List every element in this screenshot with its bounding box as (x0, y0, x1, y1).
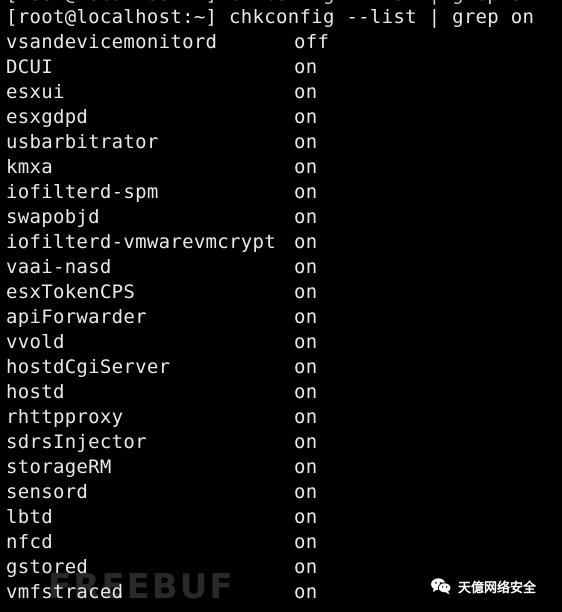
account-name: 天億网络安全 (458, 580, 537, 596)
service-name: apiForwarder (6, 306, 147, 328)
service-state: on (294, 556, 318, 578)
service-name: vaai-nasd (6, 256, 112, 278)
service-state: on (294, 106, 318, 128)
service-state: on (294, 81, 318, 103)
service-name: DCUI (6, 56, 53, 78)
service-name: usbarbitrator (6, 131, 159, 153)
service-state: on (294, 456, 318, 478)
service-state: on (294, 206, 318, 228)
service-name: esxgdpd (6, 106, 89, 128)
service-state: on (294, 56, 318, 78)
service-name: hostdCgiServer (6, 356, 171, 378)
service-state: on (294, 156, 318, 178)
service-state: on (294, 381, 318, 403)
service-state: on (294, 531, 318, 553)
service-state: off (294, 31, 330, 53)
service-name: vsandevicemonitord (6, 31, 218, 53)
service-name: hostd (6, 381, 65, 403)
wechat-account-badge: 天億网络安全 (430, 575, 536, 597)
service-name: lbtd (6, 506, 53, 528)
service-state: on (294, 481, 318, 503)
service-state: on (294, 356, 318, 378)
service-name: iofilterd-spm (6, 181, 159, 203)
service-state: on (294, 181, 318, 203)
service-state: on (294, 431, 318, 453)
service-state: on (294, 331, 318, 353)
service-state: on (294, 406, 318, 428)
service-name: esxui (6, 81, 65, 103)
service-state: on (294, 506, 318, 528)
service-state: on (294, 281, 318, 303)
freebuf-watermark: FREEBUF (48, 567, 235, 607)
service-name: sdrsInjector (6, 431, 147, 453)
service-name: rhttpproxy (6, 406, 124, 428)
wechat-icon (431, 578, 452, 595)
command-prompt-line: [root@localhost:~] chkconfig --list | gr… (6, 6, 535, 28)
service-name: kmxa (6, 156, 53, 178)
service-name: iofilterd-vmwarevmcrypt (6, 231, 276, 253)
service-name: swapobjd (6, 206, 100, 228)
service-state: on (294, 131, 318, 153)
service-name: esxTokenCPS (6, 281, 136, 303)
service-state: on (294, 231, 318, 253)
service-name: vvold (6, 331, 65, 353)
service-name: sensord (6, 481, 89, 503)
service-name: nfcd (6, 531, 53, 553)
service-state: on (294, 306, 318, 328)
terminal-window[interactable]: [root@localhost:~] chkconfig --list | gr… (0, 0, 562, 612)
service-state: on (294, 581, 318, 603)
service-state: on (294, 256, 318, 278)
service-name: storageRM (6, 456, 112, 478)
